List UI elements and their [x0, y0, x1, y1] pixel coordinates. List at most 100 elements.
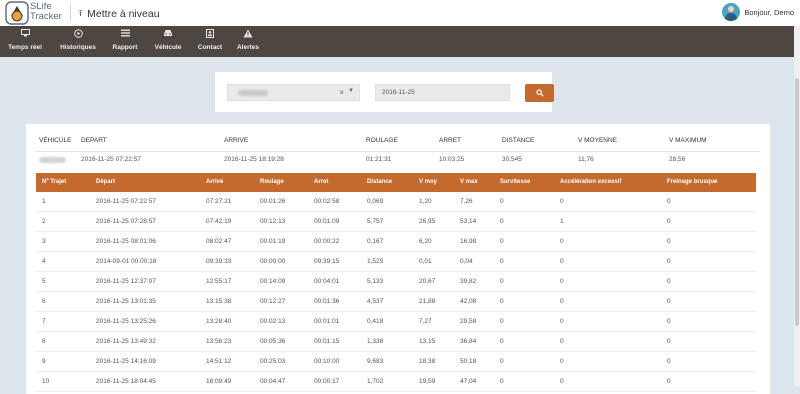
header-divider [70, 4, 71, 22]
nav-item-historiques[interactable]: Historiques [57, 29, 99, 51]
monitor-icon [5, 29, 45, 40]
table-cell: 0 [560, 338, 564, 345]
table-row[interactable]: 10 2016-11-25 18:04:45 18:09:49 00:04:47 00:… [36, 372, 756, 392]
table-cell: 00:04:47 [260, 378, 286, 385]
user-menu[interactable]: Bonjour, Demo [722, 3, 794, 21]
table-row[interactable]: 9 2016-11-25 14:16:09 14:51:12 00:25:03 00:1… [36, 352, 756, 372]
table-cell: 5,757 [367, 218, 384, 225]
table-cell: 2016-11-25 08:01:06 [96, 238, 156, 245]
table-row[interactable]: 8 2016-11-25 13:49:32 13:56:23 00:05:36 00:0… [36, 332, 756, 352]
table-cell: 0 [667, 338, 671, 345]
table-row[interactable]: 4 2014-09-01 00:00:18 09:39:33 00:00:00 09:3… [36, 252, 756, 272]
table-cell: 0 [560, 318, 564, 325]
table-cell: 5 [42, 278, 46, 285]
table-cell: 13:56:23 [206, 338, 232, 345]
table-cell: 6 [42, 298, 46, 305]
table-cell: 1,702 [367, 378, 384, 385]
table-cell: 2016-11-25 07:22:57 [96, 198, 156, 205]
page-scrollbar[interactable] [794, 26, 800, 386]
table-cell: 9,683 [367, 358, 384, 365]
summary-header-v-moyenne: V MOYENNE [578, 137, 618, 144]
summary-header-vehicule: VÉHICULE [39, 137, 72, 144]
table-cell: 0,069 [367, 198, 384, 205]
table-cell: 0,04 [460, 258, 473, 265]
table-cell: 1 [42, 198, 46, 205]
table-cell: 0,418 [367, 318, 384, 325]
summary-value-roulage: 01:21:31 [366, 156, 392, 163]
table-cell: 0 [667, 238, 671, 245]
summary-header-arret: ARRET [439, 137, 462, 144]
table-cell: 00:10:00 [314, 358, 340, 365]
upgrade-button[interactable]: ⭱ Mettre à niveau [79, 6, 160, 22]
summary-header-arrive: ARRIVE [224, 137, 249, 144]
table-cell: 1,525 [367, 258, 384, 265]
contact-card-icon [195, 29, 225, 40]
table-cell: 19,59 [419, 378, 436, 385]
nav-item-vehicule[interactable]: Véhicule [152, 29, 184, 51]
table-row[interactable]: 6 2016-11-25 13:01:35 13:15:38 00:12:27 00:0… [36, 292, 756, 312]
table-cell: 00:12:13 [260, 218, 286, 225]
table-cell: 00:01:09 [314, 218, 340, 225]
table-cell: 0 [560, 278, 564, 285]
table-cell: 00:00:00 [260, 258, 286, 265]
table-row[interactable]: 5 2016-11-25 12:37:07 12:55:17 00:14:09 00:0… [36, 272, 756, 292]
column-header: V moy [419, 179, 438, 185]
table-cell: 21,88 [419, 298, 436, 305]
table-cell: 0,01 [419, 258, 432, 265]
nav-label: Contact [197, 44, 223, 51]
summary-divider [36, 151, 760, 152]
table-cell: 09:39:33 [206, 258, 232, 265]
table-cell: 16,98 [460, 238, 477, 245]
upload-icon: ⭱ [79, 8, 83, 18]
vehicle-select[interactable]: × ▼ [227, 84, 360, 101]
summary-value-v-maximum: 28,56 [669, 156, 686, 163]
column-header: Freinage brusque [667, 179, 718, 185]
table-cell: 00:01:19 [260, 238, 286, 245]
table-cell: 0 [560, 378, 564, 385]
table-cell: 8 [42, 338, 46, 345]
summary-vehicle-value [39, 157, 66, 163]
summary-value-distance: 30,545 [502, 156, 522, 163]
trips-table-header: Nº Trajet Départ Arrivé Roulage Arret Distanc… [36, 173, 756, 192]
user-greeting: Bonjour, Demo [744, 7, 794, 17]
table-cell: 29,58 [460, 318, 477, 325]
table-cell: 26,95 [419, 218, 436, 225]
table-row[interactable]: 2 2016-11-25 07:28:57 07:42:19 00:12:13 00:0… [36, 212, 756, 232]
search-button[interactable] [525, 84, 554, 102]
summary-value-v-moyenne: 11,76 [578, 156, 594, 163]
table-cell: 5,133 [367, 278, 384, 285]
nav-item-rapport[interactable]: Rapport [110, 29, 140, 51]
table-cell: 0 [500, 218, 504, 225]
scrollbar-thumb[interactable] [795, 78, 799, 326]
logo-icon[interactable] [5, 1, 29, 25]
table-cell: 00:00:17 [314, 378, 340, 385]
nav-item-alertes[interactable]: Alertes [235, 29, 261, 51]
table-cell: 7 [42, 318, 46, 325]
chevron-down-icon[interactable]: ▼ [348, 88, 354, 94]
avatar [722, 3, 741, 21]
table-row[interactable]: 3 2016-11-25 08:01:06 08:02:47 00:01:19 00:0… [36, 232, 756, 252]
table-cell: 00:25:03 [260, 358, 286, 365]
table-cell: 1,20 [419, 198, 432, 205]
main-nav: Temps réel Historiques Rapport Véhicule … [0, 26, 800, 57]
clear-icon[interactable]: × [339, 88, 344, 97]
nav-item-contact[interactable]: Contact [195, 29, 225, 51]
summary-value-arrive: 2016-11-25 18:19:28 [224, 156, 284, 163]
table-cell: 6,20 [419, 238, 432, 245]
date-input[interactable]: 2016-11-25 [375, 84, 510, 101]
table-cell: 1,338 [367, 338, 384, 345]
row-divider [36, 391, 756, 392]
summary-header-depart: DEPART [81, 137, 107, 144]
table-row[interactable]: 1 2016-11-25 07:22:57 07:27:21 00:01:26 00:0… [36, 192, 756, 212]
column-header: Roulage [260, 179, 284, 185]
warning-icon [235, 29, 261, 40]
nav-item-temps-reel[interactable]: Temps réel [5, 29, 45, 51]
column-header: Distance [367, 179, 393, 185]
table-row[interactable]: 7 2016-11-25 13:25:26 13:28:40 00:02:13 00:0… [36, 312, 756, 332]
list-icon [110, 29, 140, 40]
table-cell: 0 [560, 238, 564, 245]
table-cell: 07:42:19 [206, 218, 232, 225]
table-cell: 36,84 [460, 338, 477, 345]
table-cell: 0,167 [367, 238, 384, 245]
table-cell: 18,38 [419, 358, 436, 365]
